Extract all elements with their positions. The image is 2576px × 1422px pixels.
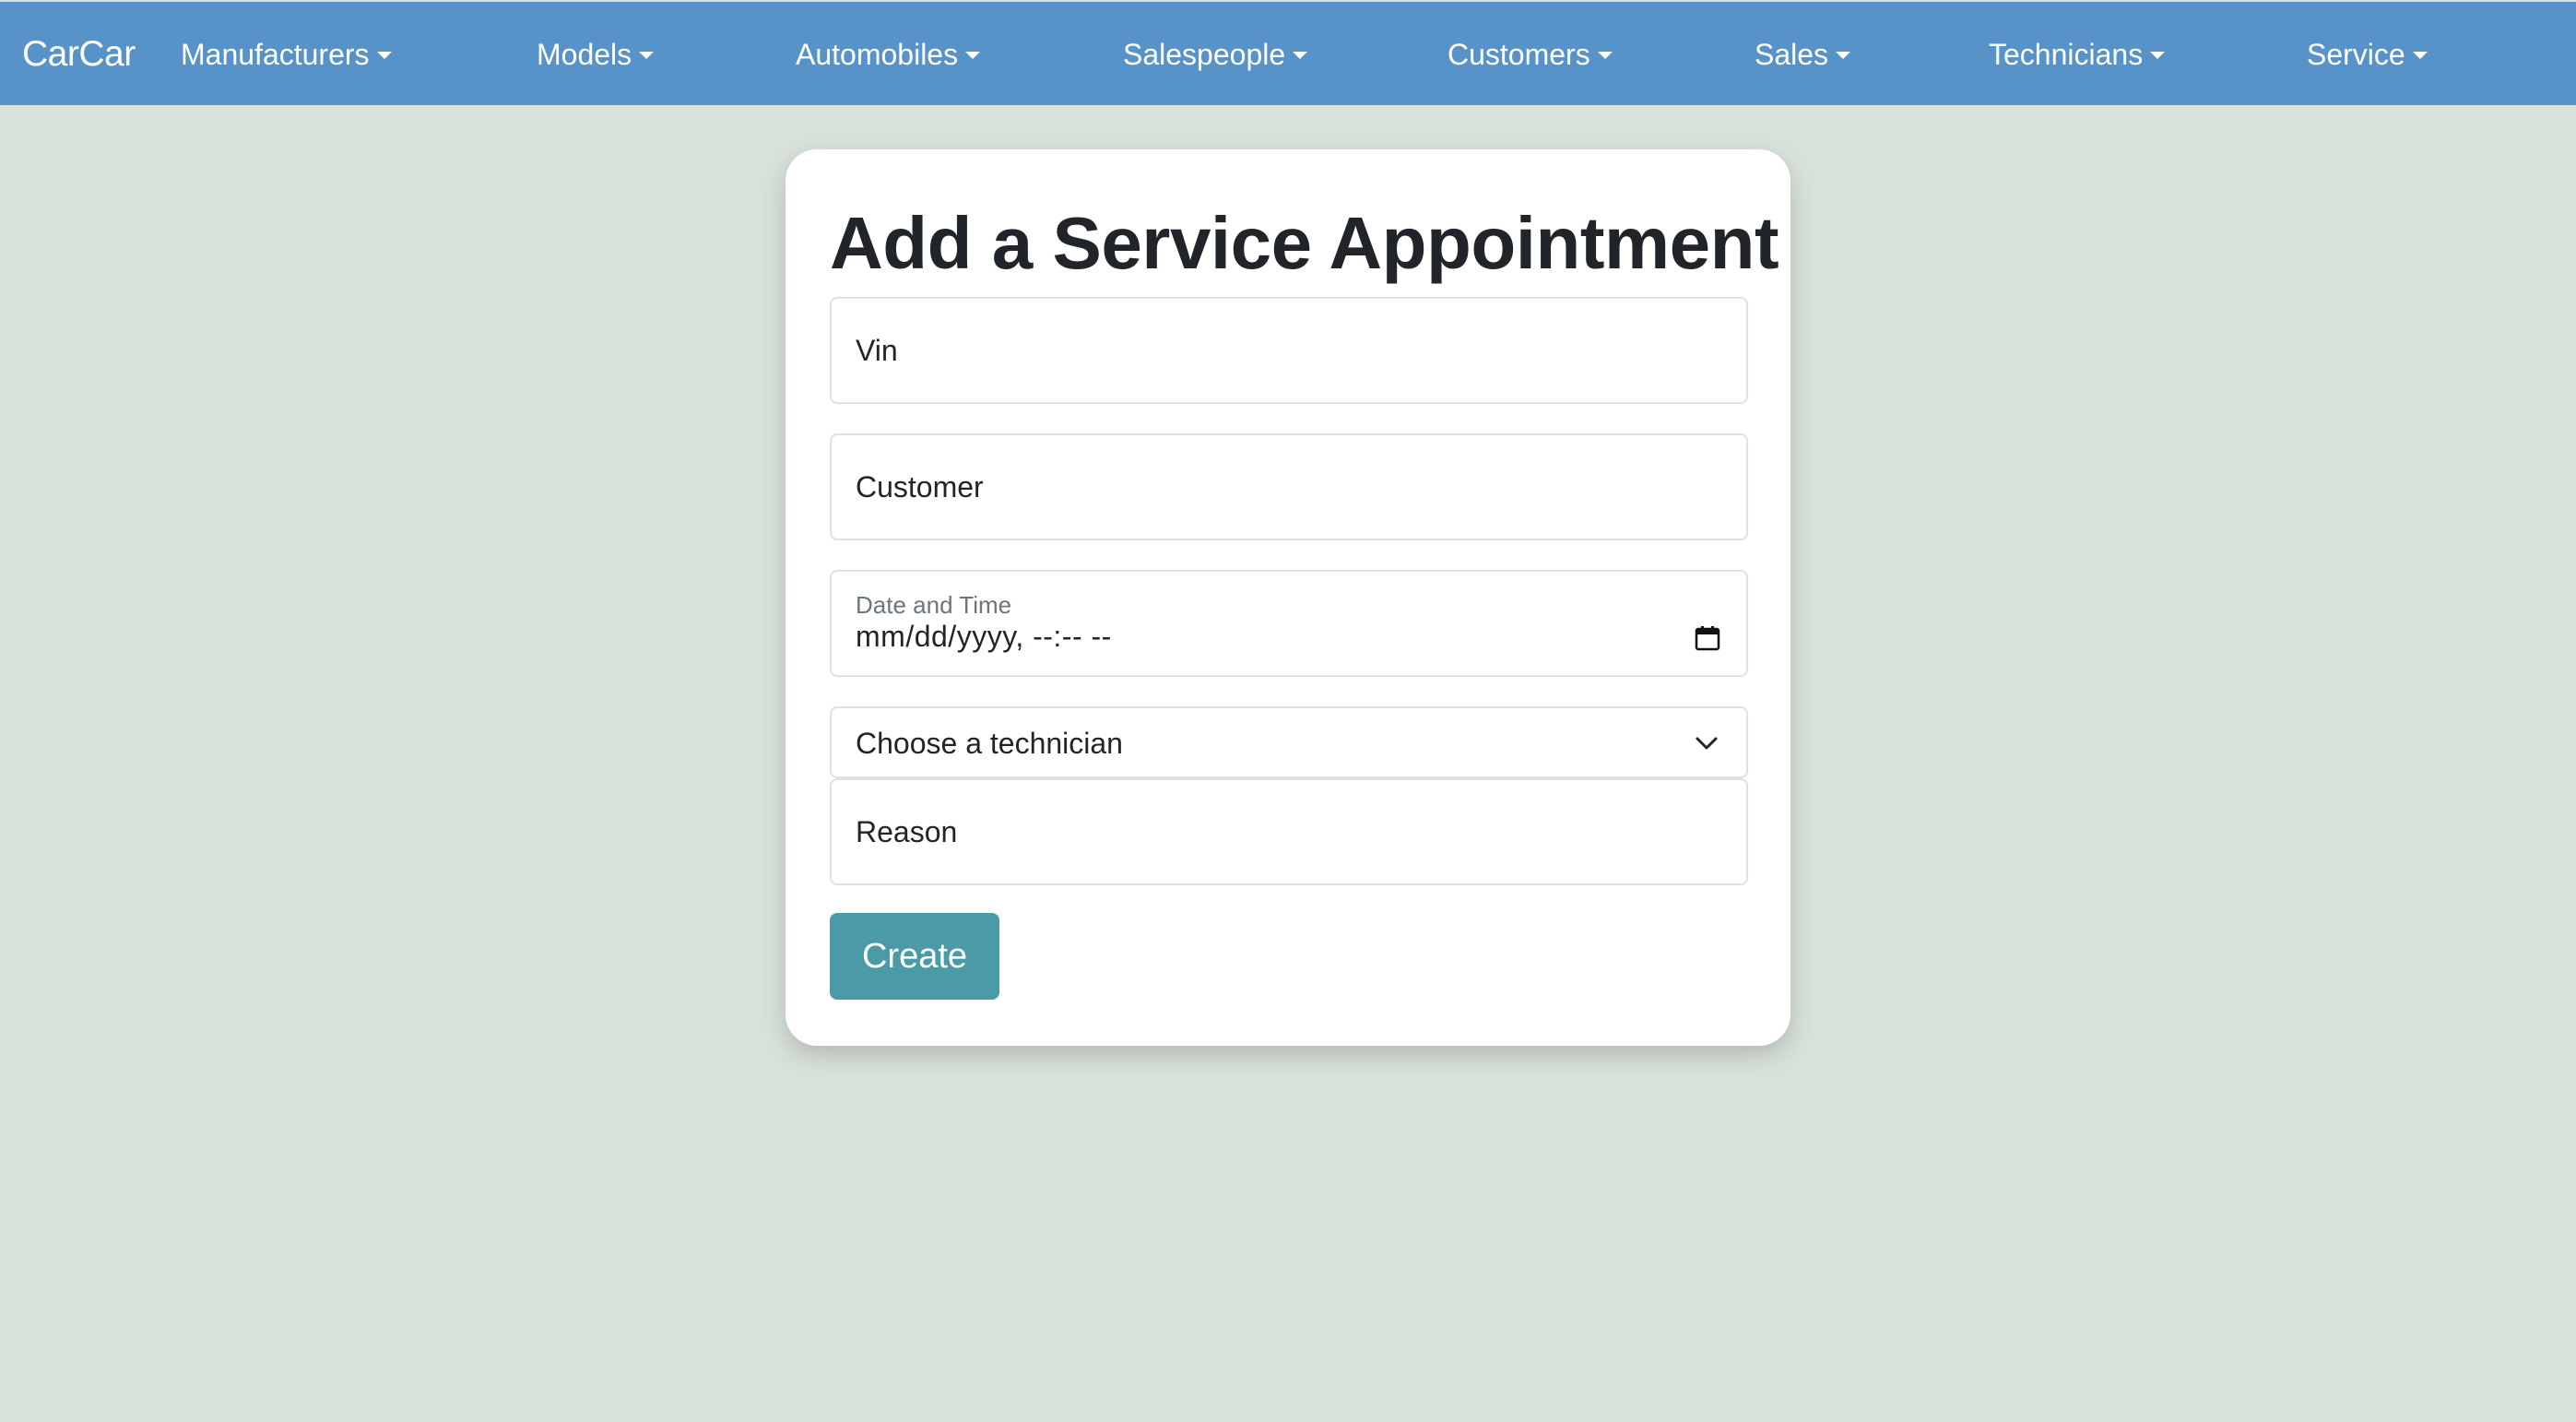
date-time-label: Date and Time (856, 591, 1012, 619)
nav-service-dropdown[interactable]: Service (2307, 30, 2428, 79)
caret-down-icon (1293, 52, 1308, 59)
vin-placeholder: Vin (856, 334, 898, 367)
reason-input[interactable]: Reason (830, 778, 1748, 885)
calendar-icon[interactable] (1695, 625, 1720, 651)
caret-down-icon (639, 52, 655, 59)
nav-technicians-label: Technicians (1989, 38, 2144, 71)
nav-manufacturers-label: Manufacturers (181, 38, 370, 71)
technician-select-value: Choose a technician (856, 727, 1123, 760)
nav-service-label: Service (2307, 38, 2405, 71)
caret-down-icon (2150, 52, 2166, 59)
nav-sales-dropdown[interactable]: Sales (1755, 30, 1851, 79)
nav-models-dropdown[interactable]: Models (537, 30, 655, 79)
top-navbar: CarCar Manufacturers Models Automobiles … (0, 2, 2576, 105)
caret-down-icon (965, 52, 981, 59)
service-appointment-form-card: Add a Service Appointment Vin Customer D… (786, 149, 1790, 1046)
nav-salespeople-dropdown[interactable]: Salespeople (1123, 30, 1308, 79)
caret-down-icon (376, 52, 392, 59)
customer-input[interactable]: Customer (830, 433, 1748, 540)
nav-salespeople-label: Salespeople (1123, 38, 1286, 71)
caret-down-icon (2412, 52, 2428, 59)
technician-select[interactable]: Choose a technician (830, 706, 1748, 778)
customer-placeholder: Customer (856, 470, 984, 504)
caret-down-icon (1836, 52, 1851, 59)
nav-sales-label: Sales (1755, 38, 1829, 71)
nav-customers-dropdown[interactable]: Customers (1448, 30, 1613, 79)
nav-technicians-dropdown[interactable]: Technicians (1989, 30, 2166, 79)
nav-customers-label: Customers (1448, 38, 1590, 71)
page-title: Add a Service Appointment (830, 202, 1779, 284)
brand-link[interactable]: CarCar (22, 30, 136, 79)
nav-models-label: Models (537, 38, 632, 71)
caret-down-icon (1597, 52, 1613, 59)
date-time-value: mm/dd/yyyy, --:-- -- (856, 620, 1112, 653)
chevron-down-icon (1696, 737, 1718, 750)
reason-placeholder: Reason (856, 815, 958, 848)
nav-automobiles-label: Automobiles (796, 38, 959, 71)
nav-automobiles-dropdown[interactable]: Automobiles (796, 30, 981, 79)
create-button[interactable]: Create (830, 913, 999, 1000)
vin-input[interactable]: Vin (830, 297, 1748, 404)
date-time-input[interactable]: Date and Time mm/dd/yyyy, --:-- -- (830, 570, 1748, 677)
nav-manufacturers-dropdown[interactable]: Manufacturers (181, 30, 392, 79)
